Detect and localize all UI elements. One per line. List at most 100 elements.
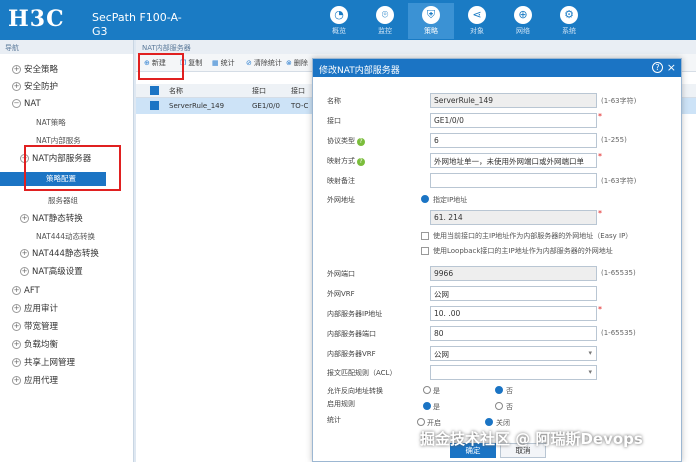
select-all-checkbox[interactable] [150, 86, 159, 95]
sidebar-item-nat-policy[interactable]: NAT策略 [0, 115, 134, 131]
name-label: 名称 [327, 97, 341, 105]
sidebar: 导航 + 安全策略 + 安全防护 − NAT NAT策略 NAT内部服务 − NAT内部… [0, 40, 134, 462]
remark-range: (1-63字符) [601, 177, 637, 185]
mapping-select[interactable]: 外网地址单一，未使用外网端口或外网端口单 [430, 153, 597, 168]
plus-icon: + [12, 322, 21, 331]
mapping-label: 映射方式? [327, 156, 365, 166]
internal-ip-label: 内部服务器IP地址 [327, 310, 383, 318]
required-mark: * [598, 112, 602, 121]
sidebar-item-bandwidth[interactable]: + 带宽管理 [0, 319, 134, 335]
acl-select[interactable]: ▾ [430, 365, 597, 380]
sidebar-item-shared-access[interactable]: + 共享上网管理 [0, 355, 134, 371]
minus-icon: − [12, 99, 21, 108]
watermark-text: 掘金技术社区 @ 阿瑞斯Devops [420, 430, 643, 448]
stats-on-radio[interactable] [417, 418, 425, 426]
remark-field[interactable] [430, 173, 597, 188]
clear-icon: ⊘ [246, 59, 252, 67]
product-model: G3 [92, 25, 108, 38]
row-checkbox[interactable] [150, 101, 159, 110]
sidebar-item-security-protection[interactable]: + 安全防护 [0, 79, 134, 95]
interface-field[interactable]: GE1/0/0 [430, 113, 597, 128]
help-icon[interactable]: ? [652, 62, 663, 73]
internal-port-field[interactable]: 80 [430, 326, 597, 341]
nav-overview[interactable]: ◔ 概览 [316, 3, 362, 39]
plus-icon: + [12, 340, 21, 349]
name-field[interactable]: ServerRule_149 [430, 93, 597, 108]
reverse-no-radio[interactable] [495, 386, 503, 394]
nav-objects[interactable]: ⋖ 对象 [454, 3, 500, 39]
reverse-no-label: 否 [506, 387, 513, 395]
interface-label: 接口 [327, 117, 341, 125]
row-type: TO-C [291, 102, 309, 110]
enable-no-radio[interactable] [495, 402, 503, 410]
sidebar-item-nat[interactable]: − NAT [0, 96, 134, 112]
row-interface: GE1/0/0 [252, 102, 280, 110]
stats-off-radio[interactable] [485, 418, 493, 426]
nav-system[interactable]: ⚙ 系统 [546, 3, 592, 39]
external-port-field[interactable]: 9966 [430, 266, 597, 281]
sidebar-item-load-balance[interactable]: + 负载均衡 [0, 337, 134, 353]
delete-icon: ⊗ [286, 59, 292, 67]
share-icon: ⋖ [468, 6, 486, 24]
stats-button[interactable]: ▦ 统计 [212, 58, 235, 68]
sidebar-item-nat444-static[interactable]: + NAT444静态转换 [0, 246, 134, 262]
enable-no-label: 否 [506, 403, 513, 411]
sidebar-item-security-policy[interactable]: + 安全策略 [0, 62, 134, 78]
easy-ip-label: 使用当前接口的主IP地址作为内部服务器的外网地址（Easy IP） [433, 232, 633, 240]
internal-vrf-label: 内部服务器VRF [327, 350, 376, 358]
external-port-label: 外网端口 [327, 270, 355, 278]
chart-icon: ▦ [212, 59, 219, 67]
plus-icon: + [12, 304, 21, 313]
sidebar-item-server-group[interactable]: 服务器组 [0, 193, 134, 209]
chevron-down-icon: ▾ [588, 368, 592, 376]
internal-ip-field[interactable]: 10. .00 [430, 306, 597, 321]
question-icon[interactable]: ? [357, 138, 365, 146]
sidebar-item-aft[interactable]: + AFT [0, 283, 134, 299]
edit-nat-server-dialog: 修改NAT内部服务器 ? × 名称 ServerRule_149 (1-63字符… [312, 58, 682, 462]
monitor-icon: ⌾ [376, 6, 394, 24]
external-vrf-label: 外网VRF [327, 290, 355, 298]
nav-monitor[interactable]: ⌾ 监控 [362, 3, 408, 39]
col-type: 接口 [291, 87, 305, 95]
col-interface: 接口 [252, 87, 266, 95]
stats-off-label: 关闭 [496, 419, 510, 427]
remark-label: 映射备注 [327, 177, 355, 185]
external-ip-field[interactable]: 61. 214 [430, 210, 597, 225]
sidebar-item-app-audit[interactable]: + 应用审计 [0, 301, 134, 317]
close-icon[interactable]: × [667, 61, 676, 74]
specify-ip-label: 指定IP地址 [433, 196, 468, 204]
highlight-box-new [138, 53, 184, 80]
nav-policy[interactable]: ⛨ 策略 [408, 3, 454, 39]
globe-icon: ⊕ [514, 6, 532, 24]
main-title: NAT内部服务器 [136, 40, 696, 54]
loopback-checkbox[interactable] [421, 247, 429, 255]
plus-icon: + [20, 214, 29, 223]
col-name: 名称 [169, 87, 183, 95]
specify-ip-radio[interactable] [421, 195, 429, 203]
loopback-label: 使用Loopback接口的主IP地址作为内部服务器的外网地址 [433, 247, 613, 255]
question-icon[interactable]: ? [357, 158, 365, 166]
internal-vrf-select[interactable]: 公网 ▾ [430, 346, 597, 361]
plus-icon: + [20, 249, 29, 258]
stats-on-label: 开启 [427, 419, 441, 427]
plus-icon: + [20, 267, 29, 276]
nav-network[interactable]: ⊕ 网络 [500, 3, 546, 39]
enable-yes-radio[interactable] [423, 402, 431, 410]
internal-port-label: 内部服务器端口 [327, 330, 376, 338]
sidebar-item-nat444-dynamic[interactable]: NAT444动态转换 [0, 229, 134, 245]
delete-button[interactable]: ⊗ 删除 [286, 58, 308, 68]
plus-icon: + [12, 286, 21, 295]
protocol-field[interactable]: 6 [430, 133, 597, 148]
sidebar-item-app-proxy[interactable]: + 应用代理 [0, 373, 134, 389]
system-icon: ⚙ [560, 6, 578, 24]
easy-ip-checkbox[interactable] [421, 232, 429, 240]
reverse-yes-label: 是 [433, 387, 440, 395]
external-vrf-select[interactable]: 公网 [430, 286, 597, 301]
row-name: ServerRule_149 [169, 102, 225, 110]
clear-stats-button[interactable]: ⊘ 清除统计 [246, 58, 282, 68]
acl-label: 报文匹配规则（ACL） [327, 369, 397, 377]
reverse-yes-radio[interactable] [423, 386, 431, 394]
sidebar-item-nat-advanced[interactable]: + NAT高级设置 [0, 264, 134, 280]
chevron-down-icon: ▾ [588, 349, 592, 357]
sidebar-item-nat-static[interactable]: + NAT静态转换 [0, 211, 134, 227]
